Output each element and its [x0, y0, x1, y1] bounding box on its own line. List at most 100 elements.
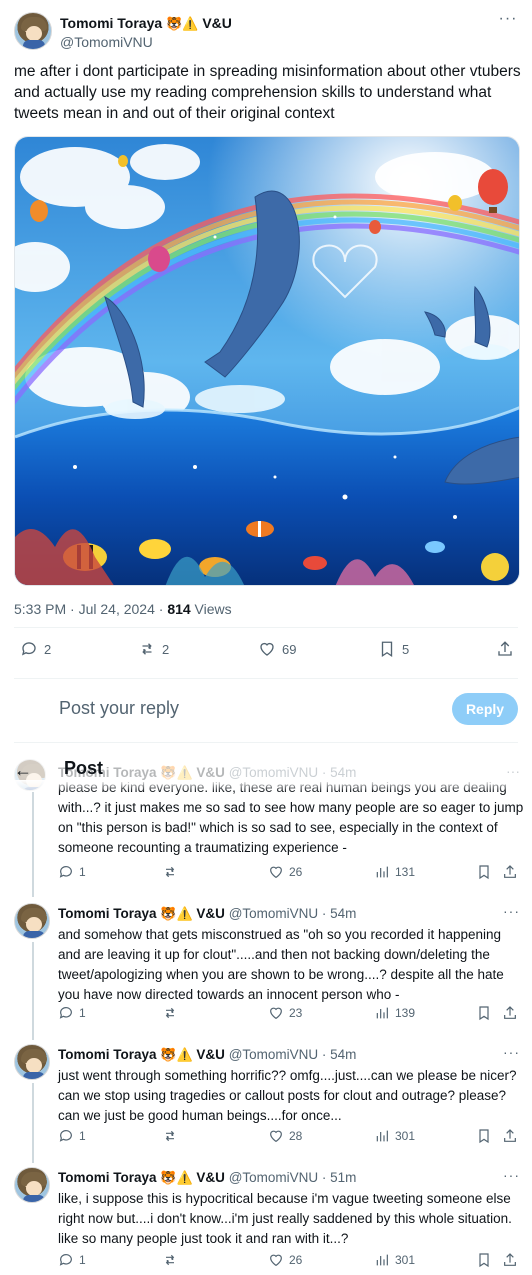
repost-action[interactable] — [162, 1252, 178, 1268]
author-tag: V&U — [202, 15, 232, 31]
repost-action[interactable] — [162, 1128, 178, 1144]
reply-3-actions: 1 28 301 — [58, 1128, 524, 1148]
heart-icon — [270, 1254, 282, 1267]
bookmark-count: 5 — [402, 641, 410, 657]
share-icon — [498, 641, 512, 656]
share-action[interactable] — [502, 1128, 518, 1144]
reply-handle[interactable]: @TomomiVNU · 54m — [229, 1047, 357, 1062]
author-name-line[interactable]: Tomomi Toraya 🐯⚠️ V&U — [60, 15, 232, 32]
reply-text: and somehow that gets misconstrued as "o… — [58, 927, 504, 1002]
reply-action[interactable]: 1 — [58, 1005, 86, 1021]
bookmark-action[interactable] — [476, 1252, 492, 1268]
back-arrow-icon[interactable]: ← — [14, 760, 32, 781]
heart-icon — [270, 866, 282, 879]
reply-action[interactable]: 2 — [20, 640, 51, 658]
bookmark-action[interactable] — [476, 1128, 492, 1144]
bookmark-action[interactable]: 5 — [378, 640, 409, 658]
avatar[interactable] — [14, 1044, 50, 1080]
reply-author-tag: V&U — [196, 906, 225, 921]
author-name[interactable]: Tomomi Toraya — [60, 15, 162, 31]
thread-line — [32, 1083, 34, 1163]
author-avatar[interactable] — [14, 12, 52, 50]
views-count: 131 — [395, 865, 416, 879]
tweet-text: me after i dont participate in spreading… — [14, 63, 521, 122]
reply-button[interactable]: Reply — [452, 693, 518, 725]
tweet-meta: 5:33 PM · Jul 24, 2024 · 814 Views — [14, 601, 232, 617]
bookmark-action[interactable] — [476, 864, 492, 880]
like-action[interactable]: 26 — [268, 1252, 302, 1268]
author-handle[interactable]: @TomomiVNU — [60, 34, 153, 50]
repost-action[interactable] — [162, 1005, 178, 1021]
reply-4-actions: 1 26 301 — [58, 1252, 524, 1272]
thread-line — [32, 942, 34, 1040]
like-count: 26 — [289, 865, 303, 879]
views-action[interactable]: 301 — [374, 1252, 415, 1268]
reply-action[interactable]: 1 — [58, 1252, 86, 1268]
like-action[interactable]: 26 — [268, 864, 302, 880]
reply-author-emoji: 🐯⚠️ — [160, 1048, 193, 1063]
reply-handle[interactable]: @TomomiVNU · 51m — [229, 1170, 357, 1185]
reply-author-emoji: 🐯⚠️ — [160, 907, 193, 922]
reply-author-name[interactable]: Tomomi Toraya — [58, 1170, 157, 1185]
repost-icon — [165, 1007, 175, 1019]
speech-bubble-icon — [59, 1007, 72, 1019]
reply-author-name[interactable]: Tomomi Toraya — [58, 906, 157, 921]
reply-composer: Post your reply Reply — [14, 690, 518, 730]
like-action[interactable]: 28 — [268, 1128, 302, 1144]
views-action[interactable]: 139 — [374, 1005, 415, 1021]
share-action[interactable] — [502, 1005, 518, 1021]
bookmark-icon — [479, 1129, 489, 1144]
share-icon — [504, 865, 516, 878]
reply-author-emoji: 🐯⚠️ — [160, 1171, 193, 1186]
like-count: 28 — [289, 1129, 303, 1143]
repost-action[interactable] — [162, 864, 178, 880]
bookmark-action[interactable] — [476, 1005, 492, 1021]
reply-count: 1 — [79, 1253, 86, 1267]
views-label: Views — [190, 601, 232, 617]
reply-author-name[interactable]: Tomomi Toraya — [58, 1047, 157, 1062]
avatar[interactable] — [14, 903, 50, 939]
ellipsis-icon[interactable]: ··· — [498, 11, 518, 32]
like-count: 23 — [289, 1006, 303, 1020]
repost-action[interactable]: 2 — [138, 640, 169, 658]
share-icon — [504, 1129, 516, 1142]
heart-icon — [270, 1007, 282, 1020]
reply-author-line: Tomomi Toraya 🐯⚠️ V&U @TomomiVNU · 51m — [58, 1170, 356, 1186]
reply-count: 1 — [79, 865, 86, 879]
speech-bubble-icon — [59, 1130, 72, 1142]
avatar[interactable] — [14, 1167, 50, 1203]
share-action[interactable] — [502, 864, 518, 880]
share-icon — [504, 1006, 516, 1019]
heart-icon — [260, 642, 274, 656]
views-action[interactable]: 131 — [374, 864, 415, 880]
header-fade — [0, 780, 532, 792]
share-action[interactable] — [496, 640, 514, 658]
author-emoji: 🐯⚠️ — [166, 17, 199, 32]
ellipsis-icon[interactable]: ··· — [503, 1167, 520, 1183]
reply-handle[interactable]: @TomomiVNU · 54m — [229, 906, 357, 921]
page-title: Post — [64, 758, 104, 778]
reply-count: 2 — [44, 641, 52, 657]
divider — [14, 627, 518, 628]
reply-action[interactable]: 1 — [58, 864, 86, 880]
like-count: 69 — [282, 641, 297, 657]
ellipsis-icon[interactable]: ··· — [503, 1044, 520, 1060]
share-action[interactable] — [502, 1252, 518, 1268]
reply-2-actions: 1 23 139 — [58, 1005, 524, 1025]
reply-action[interactable]: 1 — [58, 1128, 86, 1144]
speech-bubble-icon — [21, 642, 36, 656]
share-icon — [504, 1253, 516, 1266]
bookmark-icon — [479, 1253, 489, 1268]
ellipsis-icon[interactable]: ··· — [503, 903, 520, 919]
views-action[interactable]: 301 — [374, 1128, 415, 1144]
like-action[interactable]: 23 — [268, 1005, 302, 1021]
tweet-image[interactable] — [14, 136, 520, 586]
tweet-header: Tomomi Toraya 🐯⚠️ V&U @TomomiVNU ··· — [14, 11, 518, 52]
like-action[interactable]: 69 — [258, 640, 296, 658]
reply-input[interactable]: Post your reply — [59, 698, 179, 719]
speech-bubble-icon — [59, 866, 72, 878]
repost-icon — [165, 1130, 175, 1142]
reply-text: like, i suppose this is hypocritical bec… — [58, 1191, 512, 1246]
like-count: 26 — [289, 1253, 303, 1267]
timestamp[interactable]: 5:33 PM · Jul 24, 2024 · — [14, 601, 167, 617]
